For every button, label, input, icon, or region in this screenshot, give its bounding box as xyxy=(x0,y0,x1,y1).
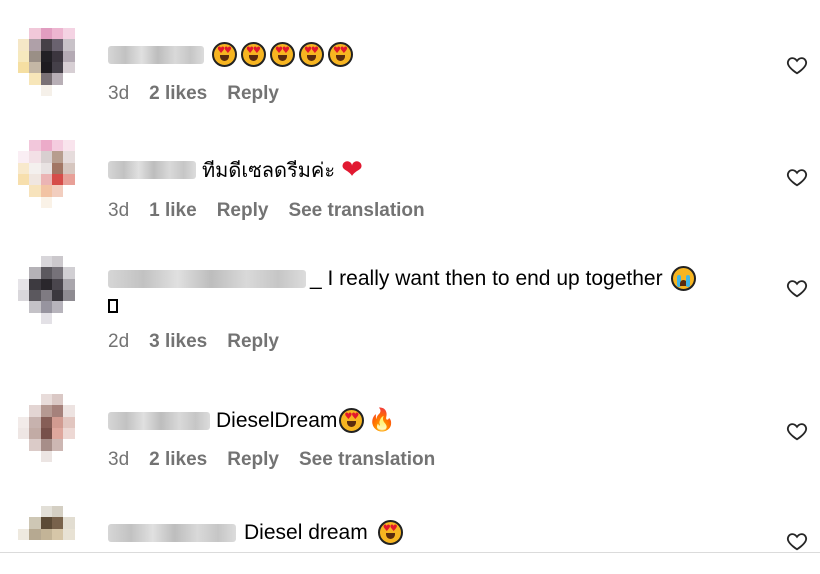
heart-eyes-emoji-icon xyxy=(270,42,295,67)
likes-count[interactable]: 1 like xyxy=(149,200,197,222)
comment-text-line: ทีมดีเซลดรีมค่ะ ❤ xyxy=(108,154,425,186)
reply-button[interactable]: Reply xyxy=(217,200,269,222)
comment-body: _ I really want then to end up together … xyxy=(108,266,696,353)
heart-eyes-emoji-icon xyxy=(339,408,365,433)
avatar[interactable] xyxy=(18,256,86,324)
comment-text-line: Diesel dream xyxy=(108,520,405,545)
comment-text: Diesel dream xyxy=(244,520,368,544)
comment-meta: 2d 3 likes Reply xyxy=(108,331,696,353)
avatar[interactable] xyxy=(18,28,86,96)
heart-eyes-emoji-icon xyxy=(328,42,353,67)
likes-count[interactable]: 2 likes xyxy=(149,83,207,105)
comment-body: Diesel dream xyxy=(108,520,405,545)
heart-eyes-emoji-icon xyxy=(299,42,324,67)
heart-eyes-emoji-icon xyxy=(241,42,266,67)
like-heart-icon[interactable] xyxy=(786,420,808,442)
avatar[interactable] xyxy=(18,394,86,462)
reply-button[interactable]: Reply xyxy=(227,83,279,105)
heart-eyes-emoji-icon xyxy=(212,42,237,67)
blurred-username[interactable] xyxy=(108,161,196,179)
blurred-username[interactable] xyxy=(108,269,306,288)
crying-face-emoji-icon xyxy=(670,266,696,291)
like-heart-icon[interactable] xyxy=(786,530,808,552)
comment-meta: 3d 2 likes Reply xyxy=(108,83,355,105)
comment-time: 3d xyxy=(108,83,130,104)
likes-count[interactable]: 3 likes xyxy=(149,331,207,353)
comment-body: DieselDream 🔥 3d 2 likes Reply See trans… xyxy=(108,408,435,471)
missing-glyph-icon xyxy=(108,299,118,313)
heart-eyes-emoji-icon xyxy=(377,520,403,545)
fire-emoji-icon: 🔥 xyxy=(368,407,396,433)
bottom-divider xyxy=(0,552,820,553)
comment-text-line-2 xyxy=(108,299,696,313)
comment-text-line: DieselDream 🔥 xyxy=(108,408,435,433)
blurred-username[interactable] xyxy=(108,45,204,64)
likes-count[interactable]: 2 likes xyxy=(149,449,207,471)
reply-button[interactable]: Reply xyxy=(227,449,279,471)
avatar[interactable] xyxy=(18,506,86,574)
comment-body: ทีมดีเซลดรีมค่ะ ❤ 3d 1 like Reply See tr… xyxy=(108,154,425,222)
blurred-username[interactable] xyxy=(108,411,210,430)
like-heart-icon[interactable] xyxy=(786,166,808,188)
comment-meta: 3d 1 like Reply See translation xyxy=(108,200,425,222)
comment-text: ทีมดีเซลดรีมค่ะ xyxy=(202,158,336,182)
reply-button[interactable]: Reply xyxy=(227,331,279,353)
comment-time: 3d xyxy=(108,449,130,470)
avatar[interactable] xyxy=(18,140,86,208)
like-heart-icon[interactable] xyxy=(786,54,808,76)
comment-text: DieselDream xyxy=(216,408,338,432)
comment-time: 2d xyxy=(108,331,130,352)
comment-text-line xyxy=(108,42,355,67)
comment-text-line: _ I really want then to end up together xyxy=(108,266,696,291)
see-translation-link[interactable]: See translation xyxy=(288,200,424,222)
like-heart-icon[interactable] xyxy=(786,277,808,299)
blurred-username[interactable] xyxy=(108,523,236,542)
comment-text: _ I really want then to end up together xyxy=(310,266,663,290)
comment-meta: 3d 2 likes Reply See translation xyxy=(108,449,435,471)
comment-body: 3d 2 likes Reply xyxy=(108,42,355,105)
red-heart-emoji-icon: ❤ xyxy=(341,155,363,185)
see-translation-link[interactable]: See translation xyxy=(299,449,435,471)
comment-time: 3d xyxy=(108,200,130,221)
